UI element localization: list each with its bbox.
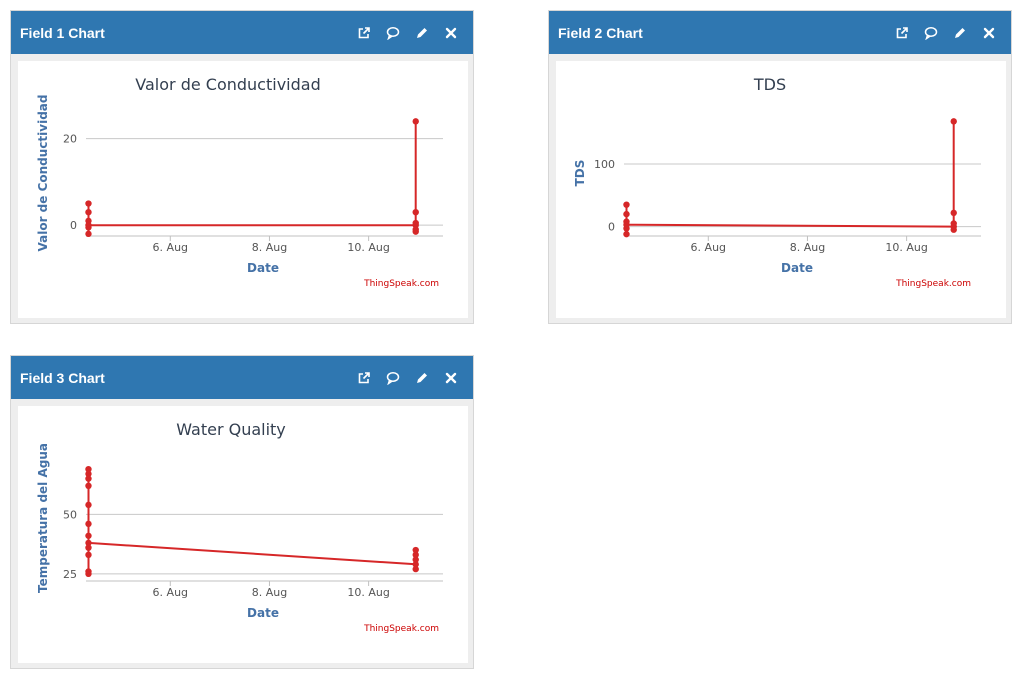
x-tick-label: 8. Aug <box>790 241 825 254</box>
y-tick-label: 25 <box>63 568 77 581</box>
x-tick-label: 8. Aug <box>252 241 287 254</box>
data-point <box>950 118 957 125</box>
data-point <box>85 475 92 482</box>
data-point <box>85 200 92 207</box>
data-point <box>412 219 419 227</box>
x-tick-label: 10. Aug <box>885 241 927 254</box>
chart-credit[interactable]: ThingSpeak.com <box>363 624 439 634</box>
x-tick-label: 6. Aug <box>153 586 188 599</box>
y-tick-label: 100 <box>594 158 615 171</box>
data-point <box>412 228 419 235</box>
widget-title: Field 2 Chart <box>558 24 643 41</box>
chart-area: Valor de Conductividad Valor de Conducti… <box>18 61 468 318</box>
data-point <box>85 482 92 489</box>
external-link-icon[interactable] <box>349 18 378 47</box>
y-tick-label: 20 <box>63 133 77 146</box>
plot-area: 0 100 6. Aug 8. Aug 10. Aug <box>594 118 981 254</box>
data-point <box>623 221 630 228</box>
x-tick-label: 6. Aug <box>691 241 726 254</box>
plot-area: 0 20 6. Aug 8. Aug 10. Aug <box>63 118 443 254</box>
widget-tools <box>349 18 465 47</box>
plot-area: 25 50 6. Aug 8. Aug 10. Aug <box>63 465 443 599</box>
chart-title: Water Quality <box>176 420 286 439</box>
close-icon[interactable] <box>974 18 1003 47</box>
data-point <box>85 570 92 578</box>
y-axis-label: TDS <box>573 160 587 187</box>
pencil-icon[interactable] <box>407 18 436 47</box>
series-line <box>625 121 955 236</box>
x-tick-label: 10. Aug <box>347 586 389 599</box>
line-chart: Water Quality Temperatura del Agua Date … <box>36 420 443 634</box>
data-point <box>950 220 957 227</box>
data-point <box>623 210 630 218</box>
data-point <box>623 201 630 208</box>
data-point <box>85 501 92 509</box>
widget-header: Field 3 Chart <box>11 356 473 399</box>
comment-icon[interactable] <box>378 363 407 392</box>
chart-credit[interactable]: ThingSpeak.com <box>363 279 439 289</box>
external-link-icon[interactable] <box>349 363 378 392</box>
data-point <box>85 539 92 547</box>
widget-tools <box>887 18 1003 47</box>
x-tick-label: 10. Aug <box>347 241 389 254</box>
pencil-icon[interactable] <box>945 18 974 47</box>
x-axis-label: Date <box>247 606 279 620</box>
y-tick-label: 0 <box>70 219 77 232</box>
x-axis-label: Date <box>247 261 279 275</box>
chart-title: TDS <box>753 75 786 94</box>
line-chart: Valor de Conductividad Valor de Conducti… <box>36 75 443 289</box>
pencil-icon[interactable] <box>407 363 436 392</box>
chart-credit[interactable]: ThingSpeak.com <box>895 279 971 289</box>
widget-header: Field 2 Chart <box>549 11 1011 54</box>
close-icon[interactable] <box>436 18 465 47</box>
x-tick-label: 6. Aug <box>153 241 188 254</box>
chart-title: Valor de Conductividad <box>135 75 320 94</box>
external-link-icon[interactable] <box>887 18 916 47</box>
widget-header: Field 1 Chart <box>11 11 473 54</box>
data-point <box>85 221 92 229</box>
y-tick-label: 0 <box>608 221 615 234</box>
data-point <box>85 520 92 528</box>
data-point <box>85 551 92 559</box>
data-point <box>85 209 92 216</box>
data-point <box>412 565 419 573</box>
y-axis-label: Valor de Conductividad <box>36 95 50 252</box>
y-tick-label: 50 <box>63 508 77 521</box>
widget-title: Field 3 Chart <box>20 369 105 386</box>
close-icon[interactable] <box>436 363 465 392</box>
line-chart: TDS TDS Date ThingSpeak.com 0 100 6. Aug 8.… <box>573 75 981 289</box>
data-point <box>623 230 630 238</box>
widget-field-3: Field 3 Chart Water Quality Temperatura … <box>10 355 474 669</box>
comment-icon[interactable] <box>378 18 407 47</box>
data-point <box>950 209 957 217</box>
widget-title: Field 1 Chart <box>20 24 105 41</box>
widget-field-1: Field 1 Chart Valor de Conductividad Val… <box>10 10 474 324</box>
data-point <box>412 118 419 125</box>
x-axis-label: Date <box>781 261 813 275</box>
chart-area: TDS TDS Date ThingSpeak.com 0 100 6. Aug 8.… <box>556 61 1006 318</box>
widget-tools <box>349 363 465 392</box>
data-point <box>950 226 957 233</box>
data-point <box>85 230 92 238</box>
x-tick-label: 8. Aug <box>252 586 287 599</box>
chart-area: Water Quality Temperatura del Agua Date … <box>18 406 468 663</box>
series-line <box>87 469 417 575</box>
data-point <box>412 546 419 554</box>
comment-icon[interactable] <box>916 18 945 47</box>
y-axis-label: Temperatura del Agua <box>36 443 50 593</box>
data-point <box>85 532 92 539</box>
data-point <box>412 209 419 216</box>
widget-field-2: Field 2 Chart TDS TDS Date ThingSpeak.co… <box>548 10 1012 324</box>
